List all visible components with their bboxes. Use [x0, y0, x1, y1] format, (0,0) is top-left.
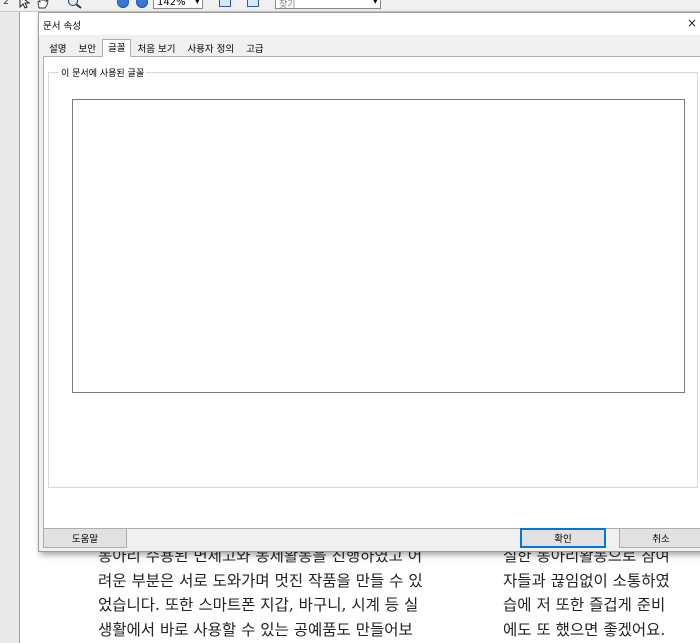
fonts-tab-panel: 이 문서에 사용된 글꼴	[43, 56, 700, 529]
font-list[interactable]	[72, 99, 685, 393]
zoom-out-icon[interactable]	[116, 0, 130, 10]
document-line: 자들과 끊임없이 소통하였	[503, 571, 670, 590]
page-number: 2	[3, 0, 9, 7]
fit-page-icon[interactable]	[217, 0, 233, 10]
find-placeholder: 찾기	[279, 0, 296, 10]
document-column-right: 실한 동아리활동으로 참여 자들과 끊임없이 소통하였 습에 저 또한 즐겁게 …	[503, 544, 670, 642]
ok-button[interactable]: 확인	[520, 528, 606, 548]
zoom-tool-icon[interactable]	[65, 0, 85, 10]
dropdown-arrow-icon: ▼	[194, 0, 200, 5]
fit-width-icon[interactable]	[245, 0, 261, 10]
fonts-group-label: 이 문서에 사용된 글꼴	[59, 66, 147, 79]
dialog-title: 문서 속성	[43, 21, 81, 32]
tab-advanced[interactable]: 고급	[240, 40, 269, 57]
document-line: 려운 부분은 서로 도와가며 멋진 작품을 만들 수 있	[98, 571, 423, 590]
zoom-in-icon[interactable]	[135, 0, 149, 10]
tab-initial-view[interactable]: 처음 보기	[131, 40, 181, 57]
dialog-titlebar[interactable]: 문서 속성 ×	[39, 13, 700, 35]
document-line: 었습니다. 또한 스마트폰 지갑, 바구니, 시계 등 실	[98, 596, 419, 614]
document-column-left: 동아리 수용된 면제고와 동제활동을 진행하였고 어 려운 부분은 서로 도와가…	[98, 544, 423, 642]
find-input[interactable]: 찾기 ▼	[275, 0, 381, 10]
tab-fonts[interactable]: 글꼴	[101, 39, 132, 57]
zoom-value: 142%	[157, 0, 186, 8]
hand-tool-icon[interactable]	[33, 0, 53, 10]
close-icon[interactable]: ×	[687, 16, 697, 30]
page-edge	[0, 12, 20, 643]
document-properties-dialog: 문서 속성 × 설명 보안 글꼴 처음 보기 사용자 정의 고급 이 문서에 사…	[38, 12, 700, 552]
toolbar: 2 142% ▼ 찾기 ▼	[0, 0, 700, 12]
select-cursor-icon[interactable]	[15, 0, 33, 10]
dialog-tabs: 설명 보안 글꼴 처음 보기 사용자 정의 고급	[43, 39, 270, 57]
tab-description[interactable]: 설명	[43, 40, 72, 57]
document-line: 습에 저 또한 즐겁게 준비	[503, 596, 666, 614]
dropdown-arrow-icon: ▼	[372, 0, 378, 5]
document-line: 생활에서 바로 사용할 수 있는 공예품도 만들어보	[98, 620, 413, 639]
fonts-group: 이 문서에 사용된 글꼴	[48, 66, 698, 488]
tab-custom[interactable]: 사용자 정의	[181, 40, 240, 57]
document-line: 에도 또 했으면 좋겠어요.	[503, 620, 666, 639]
help-button[interactable]: 도움말	[43, 528, 127, 548]
tab-security[interactable]: 보안	[72, 40, 101, 57]
zoom-select[interactable]: 142% ▼	[153, 0, 203, 9]
cancel-button[interactable]: 취소	[619, 528, 700, 548]
